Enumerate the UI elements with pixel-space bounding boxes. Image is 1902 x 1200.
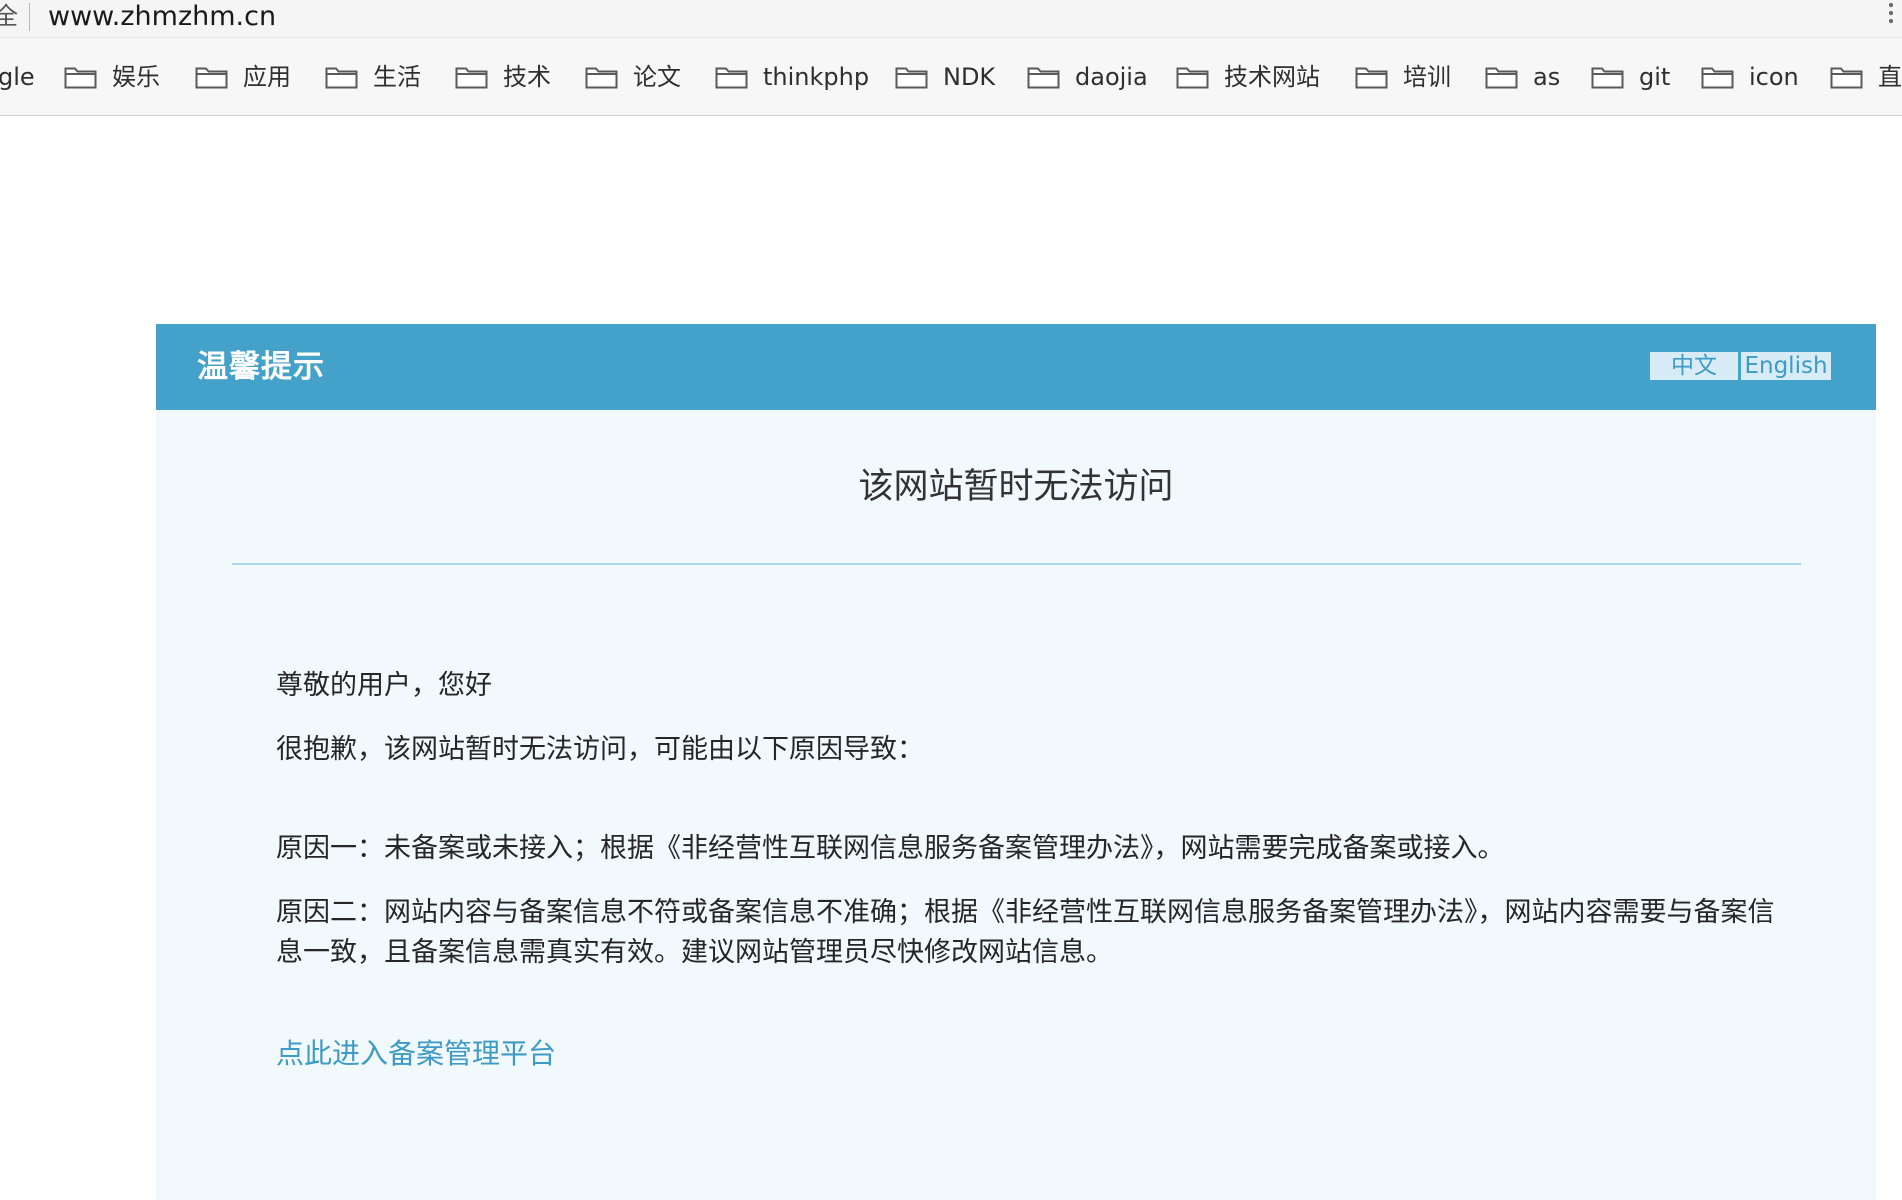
bookmark-label: 论文 xyxy=(633,63,681,91)
bookmarks-bar: gle 娱乐 应用 生活 技术 论文 thinkphp NDK daojia 技… xyxy=(0,38,1902,116)
folder-icon xyxy=(325,67,358,89)
language-switch: 中文 English xyxy=(1650,352,1831,380)
notice-title: 温馨提示 xyxy=(197,349,325,385)
lang-chinese-button[interactable]: 中文 xyxy=(1650,352,1738,380)
more-menu-icon[interactable] xyxy=(1888,0,1894,30)
bookmark-label: git xyxy=(1639,63,1671,91)
notice-panel: 温馨提示 中文 English 该网站暂时无法访问 尊敬的用户，您好 很抱歉，该… xyxy=(156,324,1876,1200)
bookmark-folder-ndk[interactable]: NDK xyxy=(895,60,995,94)
lang-english-button[interactable]: English xyxy=(1741,352,1831,380)
folder-icon xyxy=(1701,67,1734,89)
bookmark-folder-icon[interactable]: icon xyxy=(1701,60,1799,94)
bookmark-label: 生活 xyxy=(373,63,421,91)
bookmark-folder-git[interactable]: git xyxy=(1591,60,1670,94)
folder-icon xyxy=(64,67,97,89)
apology-text: 很抱歉，该网站暂时无法访问，可能由以下原因导致： xyxy=(276,734,924,765)
bookmark-label: 技术 xyxy=(503,63,551,91)
bookmark-folder-yule[interactable]: 娱乐 xyxy=(64,60,160,94)
bookmark-folder-shenghuo[interactable]: 生活 xyxy=(325,60,421,94)
address-bar[interactable]: 全 www.zhmzhm.cn xyxy=(0,0,1902,38)
bookmark-label: 娱乐 xyxy=(112,63,160,91)
folder-icon xyxy=(1591,67,1624,89)
heading-divider xyxy=(232,563,1801,565)
bookmark-label: icon xyxy=(1749,63,1799,91)
bookmark-google[interactable]: gle xyxy=(0,60,35,94)
bookmark-label: 培训 xyxy=(1403,63,1451,91)
page-heading: 该网站暂时无法访问 xyxy=(858,467,1174,507)
bookmark-label: thinkphp xyxy=(763,63,870,91)
folder-icon xyxy=(1830,67,1863,89)
bookmark-folder-yingyong[interactable]: 应用 xyxy=(195,60,291,94)
greeting-text: 尊敬的用户，您好 xyxy=(276,670,492,701)
bookmark-folder-jishu[interactable]: 技术 xyxy=(455,60,551,94)
notice-header: 温馨提示 中文 English xyxy=(156,324,1876,410)
folder-icon xyxy=(195,67,228,89)
folder-icon xyxy=(585,67,618,89)
bookmark-label: 应用 xyxy=(243,63,291,91)
bookmark-folder-jishuwangzhan[interactable]: 技术网站 xyxy=(1176,60,1320,94)
folder-icon xyxy=(895,67,928,89)
folder-icon xyxy=(455,67,488,89)
beian-platform-link[interactable]: 点此进入备案管理平台 xyxy=(276,1034,556,1074)
bookmark-folder-daojia[interactable]: daojia xyxy=(1027,60,1148,94)
security-indicator[interactable]: 全 xyxy=(0,0,18,32)
bookmark-folder-lunwen[interactable]: 论文 xyxy=(585,60,681,94)
bookmark-label: gle xyxy=(0,63,35,91)
url-text[interactable]: www.zhmzhm.cn xyxy=(48,0,276,34)
folder-icon xyxy=(1027,67,1060,89)
bookmark-folder-peixun[interactable]: 培训 xyxy=(1355,60,1451,94)
bookmark-label: as xyxy=(1533,63,1561,91)
folder-icon xyxy=(1355,67,1388,89)
bookmark-folder-zhi[interactable]: 直 xyxy=(1830,60,1902,94)
folder-icon xyxy=(715,67,748,89)
folder-icon xyxy=(1176,67,1209,89)
bookmark-folder-as[interactable]: as xyxy=(1485,60,1560,94)
reason-one-text: 原因一：未备案或未接入；根据《非经营性互联网信息服务备案管理办法》，网站需要完成… xyxy=(276,833,1505,864)
address-bar-separator xyxy=(29,3,30,31)
bookmark-label: 直 xyxy=(1878,63,1902,91)
bookmark-folder-thinkphp[interactable]: thinkphp xyxy=(715,60,869,94)
bookmark-label: NDK xyxy=(943,63,996,91)
folder-icon xyxy=(1485,67,1518,89)
bookmark-label: 技术网站 xyxy=(1224,63,1320,91)
reason-two-text: 原因二：网站内容与备案信息不符或备案信息不准确；根据《非经营性互联网信息服务备案… xyxy=(276,897,1775,968)
bookmark-label: daojia xyxy=(1075,63,1148,91)
